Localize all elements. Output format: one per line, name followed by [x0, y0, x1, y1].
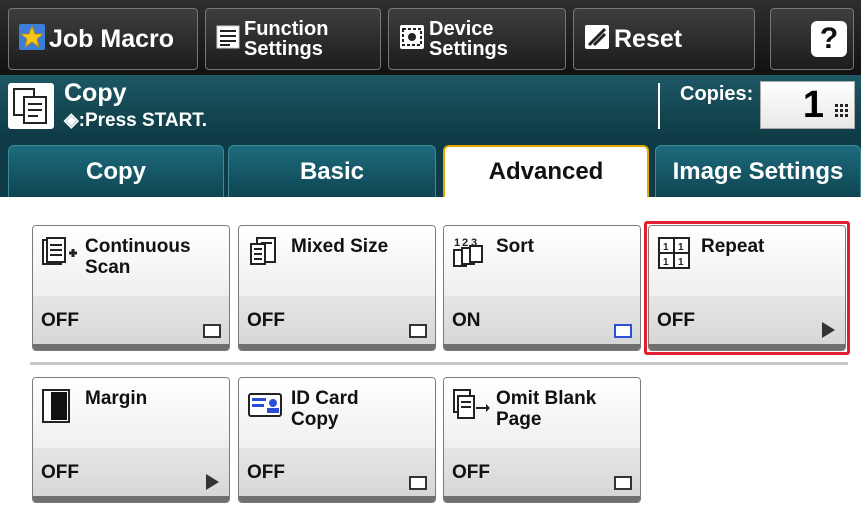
- reset-button[interactable]: Reset: [573, 8, 755, 70]
- help-button[interactable]: ?: [770, 8, 854, 70]
- continuous-scan-value: OFF: [41, 310, 79, 331]
- mixed-size-icon: [247, 236, 285, 273]
- status-bar: Copy ◈:Press START. Copies: 1: [0, 75, 861, 137]
- function-settings-button[interactable]: Function Settings: [205, 8, 381, 70]
- keypad-icon: [835, 104, 849, 123]
- function-settings-line1: Function: [244, 18, 329, 40]
- copy-mode-icon: [8, 83, 54, 134]
- id-card-copy-title-line2: Copy: [291, 409, 339, 430]
- settings-indicator-icon: [203, 324, 221, 338]
- reset-label: Reset: [614, 24, 683, 53]
- settings-indicator-icon: [614, 476, 632, 490]
- continuous-scan-title-line1: Continuous: [85, 236, 191, 257]
- svg-text:1: 1: [663, 242, 669, 253]
- device-icon: [399, 24, 425, 55]
- device-settings-button[interactable]: Device Settings: [388, 8, 566, 70]
- repeat-title: Repeat: [701, 236, 765, 257]
- tab-image-settings-label: Image Settings: [672, 157, 844, 185]
- margin-icon: [41, 388, 73, 429]
- help-icon: ?: [811, 21, 847, 57]
- mode-title: Copy: [64, 79, 127, 107]
- tab-basic[interactable]: Basic: [228, 145, 436, 197]
- omit-blank-page-title-line2: Page: [496, 409, 542, 430]
- tab-advanced[interactable]: Advanced: [443, 145, 649, 197]
- arrow-right-icon: [206, 474, 219, 490]
- id-card-icon: [247, 388, 285, 425]
- tab-copy-label: Copy: [86, 157, 146, 185]
- sort-icon: 1 2 3: [452, 236, 490, 275]
- margin-value: OFF: [41, 462, 79, 483]
- job-macro-button[interactable]: Job Macro: [8, 8, 198, 70]
- svg-text:1: 1: [678, 242, 684, 253]
- mixed-size-value: OFF: [247, 310, 285, 331]
- device-settings-label: Device Settings: [429, 19, 508, 59]
- top-toolbar: Job Macro Function Settings Device Setti…: [0, 0, 861, 75]
- settings-indicator-icon: [409, 324, 427, 338]
- tab-bar: Copy Basic Advanced Image Settings: [0, 137, 861, 197]
- job-macro-label: Job Macro: [49, 24, 175, 53]
- omit-blank-page-title-line1: Omit Blank: [496, 388, 597, 409]
- id-card-copy-title-line1: ID Card: [291, 388, 359, 409]
- id-card-copy-button[interactable]: ID Card Copy OFF: [238, 377, 436, 503]
- function-settings-label: Function Settings: [244, 19, 328, 59]
- tab-copy[interactable]: Copy: [8, 145, 224, 197]
- omit-blank-page-title: Omit Blank Page: [496, 388, 634, 430]
- device-settings-line2: Settings: [429, 38, 508, 60]
- omit-blank-page-value: OFF: [452, 462, 490, 483]
- repeat-icon: 1 1 1 1: [657, 236, 691, 275]
- reset-icon: [584, 24, 610, 55]
- mode-status-message: ◈:Press START.: [64, 110, 208, 131]
- tab-image-settings[interactable]: Image Settings: [655, 145, 861, 197]
- list-icon: [216, 25, 240, 54]
- omit-blank-page-icon: [452, 388, 490, 427]
- continuous-scan-button[interactable]: Continuous Scan OFF: [32, 225, 230, 351]
- mixed-size-title: Mixed Size: [291, 236, 389, 257]
- settings-indicator-icon: [409, 476, 427, 490]
- margin-title: Margin: [85, 388, 148, 409]
- repeat-value: OFF: [657, 310, 695, 331]
- sort-title: Sort: [496, 236, 534, 257]
- continuous-scan-title: Continuous Scan: [85, 236, 223, 278]
- tab-basic-label: Basic: [299, 157, 365, 185]
- settings-indicator-icon: [614, 324, 632, 338]
- margin-button[interactable]: Margin OFF: [32, 377, 230, 503]
- row-divider: [30, 362, 848, 365]
- repeat-button[interactable]: 1 1 1 1 Repeat OFF: [648, 225, 846, 351]
- mixed-size-button[interactable]: Mixed Size OFF: [238, 225, 436, 351]
- device-settings-line1: Device: [429, 18, 494, 40]
- continuous-scan-title-line2: Scan: [85, 257, 131, 278]
- status-divider: [658, 83, 660, 129]
- star-icon: [19, 23, 45, 55]
- svg-text:1: 1: [678, 257, 684, 268]
- sort-value: ON: [452, 310, 481, 331]
- copies-value: 1: [802, 84, 824, 126]
- copies-label: Copies:: [680, 83, 754, 105]
- svg-text:1: 1: [663, 257, 669, 268]
- sort-button[interactable]: 1 2 3 Sort ON: [443, 225, 641, 351]
- id-card-copy-value: OFF: [247, 462, 285, 483]
- omit-blank-page-button[interactable]: Omit Blank Page OFF: [443, 377, 641, 503]
- tab-advanced-label: Advanced: [488, 158, 604, 185]
- copies-field[interactable]: 1: [760, 81, 855, 129]
- svg-text:1: 1: [454, 237, 460, 249]
- arrow-right-icon: [822, 322, 835, 338]
- id-card-copy-title: ID Card Copy: [291, 388, 429, 430]
- continuous-scan-icon: [41, 236, 79, 273]
- function-settings-line2: Settings: [244, 38, 323, 60]
